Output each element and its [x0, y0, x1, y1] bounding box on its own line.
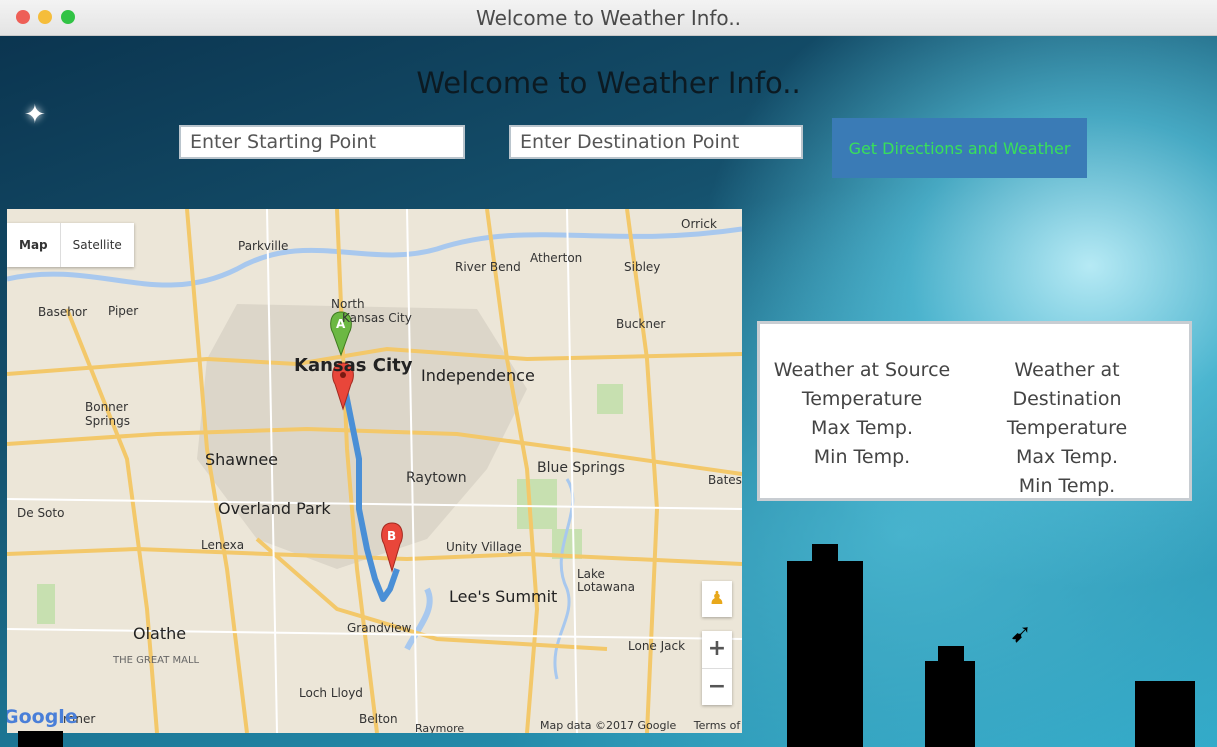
skyline-building	[812, 544, 838, 574]
map-label: Unity Village	[446, 540, 522, 554]
bird-icon: ➹	[1010, 619, 1032, 649]
map-type-map-button[interactable]: Map	[7, 223, 61, 267]
page-title: Welcome to Weather Info..	[416, 66, 801, 100]
sparkle-decoration-icon: ✦	[24, 100, 46, 130]
marker-b-label: B	[387, 529, 397, 543]
map-label: Basehor	[38, 305, 88, 319]
map-label: Raytown	[406, 470, 467, 486]
map-label: Lone Jack	[628, 639, 686, 653]
source-temperature: Temperature	[801, 388, 923, 410]
map-label: Grandview	[347, 621, 412, 635]
map-label: Lenexa	[201, 538, 245, 552]
map-label: Lee's Summit	[449, 587, 558, 606]
map-label: Loch Lloyd	[299, 686, 363, 700]
skyline-building	[18, 731, 63, 747]
map-label: Kansas City	[342, 311, 412, 325]
map-label: Sibley	[624, 260, 661, 274]
map-label: Shawnee	[205, 450, 279, 469]
map-label: THE GREAT MALL	[113, 655, 200, 666]
map-type-satellite-button[interactable]: Satellite	[61, 223, 134, 267]
map-label: Raymore	[415, 722, 465, 733]
source-weather-heading: Weather at Source	[773, 359, 951, 381]
map-label: De Soto	[17, 506, 65, 520]
source-min-temp: Min Temp.	[813, 446, 911, 468]
destination-temperature: Temperature	[1006, 417, 1128, 439]
map-label: Orrick	[681, 217, 717, 231]
map-data-credit: Map data ©2017 Google	[540, 719, 677, 732]
starting-point-input[interactable]	[179, 125, 465, 159]
map-label: Buckner	[616, 317, 666, 331]
destination-weather-column: Weather at Destination Temperature Max T…	[957, 356, 1177, 501]
map-attribution: Map data ©2017 Google Terms of Use	[540, 719, 742, 733]
map-label: Lake Lotawana	[577, 567, 636, 594]
map-label: Blue Springs	[537, 460, 625, 476]
source-weather-column: Weather at Source Temperature Max Temp. …	[772, 356, 952, 472]
map-label: Independence	[421, 366, 535, 385]
source-max-temp: Max Temp.	[811, 417, 913, 439]
google-logo: Google	[7, 706, 78, 728]
destination-min-temp: Min Temp.	[1018, 475, 1116, 497]
window-title: Welcome to Weather Info..	[475, 6, 742, 30]
map-label: River Bend	[455, 260, 521, 274]
get-directions-button[interactable]: Get Directions and Weather	[832, 118, 1087, 178]
destination-weather-heading: Weather at Destination	[1012, 359, 1122, 410]
map-label: Bates	[708, 473, 742, 487]
zoom-in-button[interactable]: +	[702, 631, 732, 669]
weather-panel: Weather at Source Temperature Max Temp. …	[757, 321, 1192, 501]
zoom-out-button[interactable]: −	[702, 669, 732, 706]
map-label: Olathe	[133, 624, 187, 643]
map-label: North	[331, 297, 365, 311]
skyline-building	[938, 646, 964, 666]
route-map[interactable]: A B Kansas City Independence Overland Pa…	[7, 209, 742, 733]
destination-point-input[interactable]	[509, 125, 803, 159]
skyline-building	[787, 561, 863, 747]
skyline-building	[925, 661, 975, 747]
map-label: Overland Park	[218, 499, 331, 518]
map-label: Belton	[359, 712, 398, 726]
map-label: Parkville	[238, 239, 289, 253]
map-label: Piper	[108, 304, 139, 318]
street-view-pegman-icon[interactable]: ♟	[702, 581, 732, 617]
window-titlebar: Welcome to Weather Info..	[0, 0, 1217, 36]
map-label: Kansas City	[294, 355, 413, 376]
skyline-building	[1135, 681, 1195, 747]
map-label: Atherton	[530, 251, 583, 265]
app-content: ✦ Welcome to Weather Info.. Get Directio…	[0, 36, 1217, 747]
map-label: Bonner Springs	[85, 400, 130, 428]
destination-max-temp: Max Temp.	[1016, 446, 1118, 468]
map-type-toggle: Map Satellite	[7, 223, 134, 267]
zoom-control: + −	[702, 631, 732, 705]
